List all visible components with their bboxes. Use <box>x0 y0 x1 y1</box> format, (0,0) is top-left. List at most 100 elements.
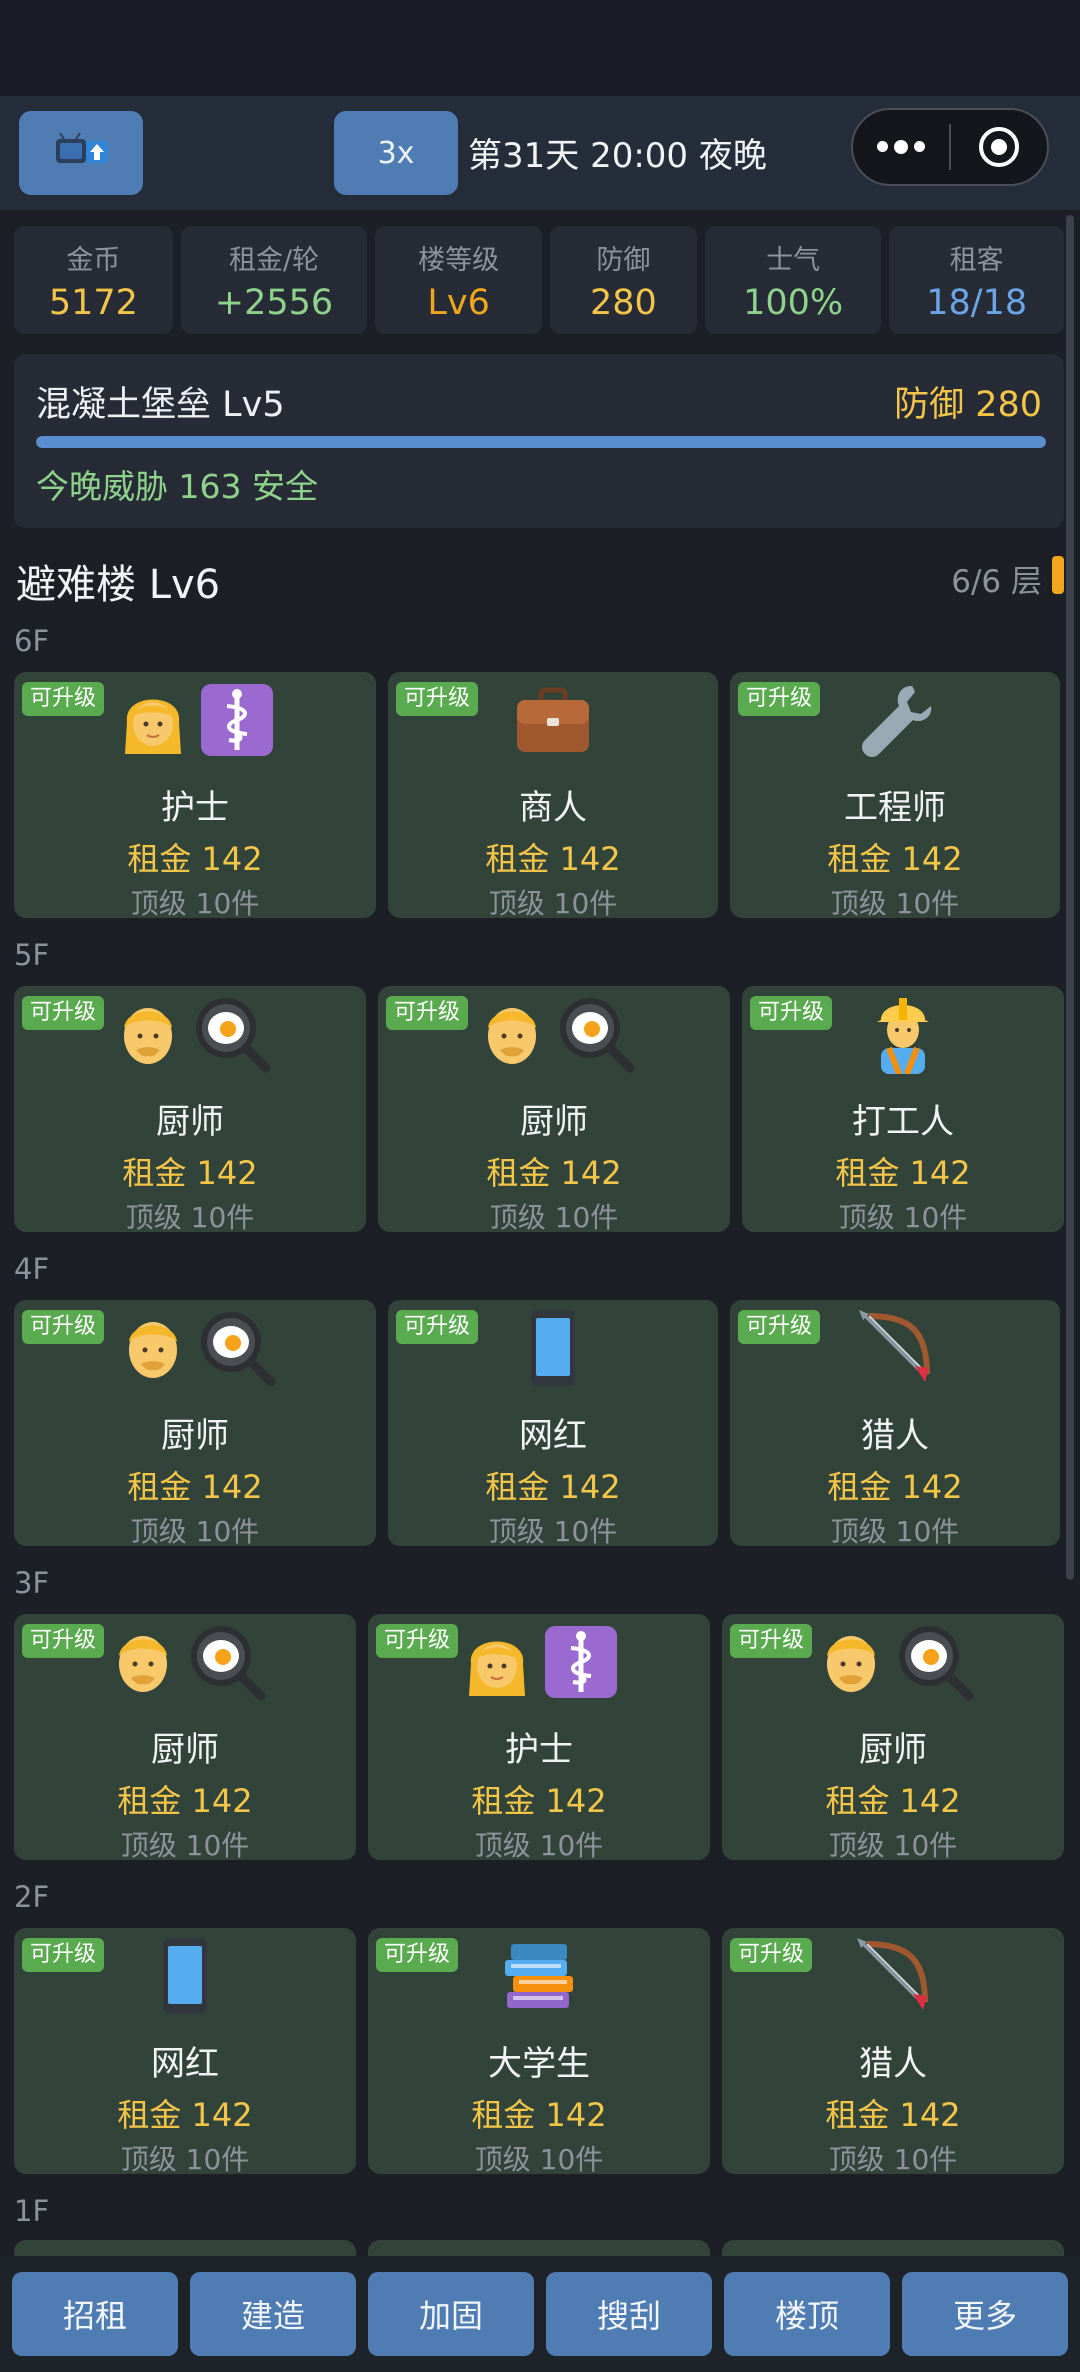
frying-pan-icon <box>192 994 272 1074</box>
room-card[interactable]: 可升级 网红 租金 142 顶级 10件 <box>388 1300 718 1548</box>
tenant-icons <box>14 1308 376 1392</box>
tenant-icons <box>14 994 366 1078</box>
room-card[interactable]: 可升级 网红 租金 142 顶级 10件 <box>14 1928 356 2176</box>
tenant-top-items: 顶级 10件 <box>489 1201 619 1234</box>
phone-icon <box>513 1308 593 1388</box>
medical-icon <box>197 680 277 760</box>
tenant-rent: 租金 142 <box>117 2096 253 2134</box>
room-card[interactable]: 可升级 打工人 租金 142 顶级 10件 <box>742 986 1064 1234</box>
room-card[interactable]: 可升级 商人 租金 142 顶级 10件 <box>388 672 718 920</box>
room-card[interactable]: 可升级 猎人 租金 142 顶级 10件 <box>722 1928 1064 2176</box>
tenant-top-items: 顶级 10件 <box>474 1829 604 1862</box>
floor-row: 可升级 厨师 租金 142 顶级 10件 可升级 护士 租金 142 顶级 10件 可升级 厨师租… <box>14 1614 1064 1862</box>
bow-arrow-icon <box>853 1936 933 2016</box>
stat-label: 楼等级 <box>418 244 500 276</box>
room-card[interactable]: 可升级 猎人 租金 142 顶级 10件 <box>730 1300 1060 1548</box>
stat-4: 士气 100% <box>704 226 882 334</box>
stat-value: Lv6 <box>427 282 490 323</box>
tenant-top-items: 顶级 10件 <box>488 887 618 920</box>
medical-icon <box>541 1622 621 1702</box>
nav-button-0[interactable]: 招租 <box>12 2272 178 2356</box>
fortress-name: 混凝土堡垒 Lv5 <box>36 385 285 425</box>
tenant-job: 网红 <box>519 1416 587 1456</box>
more-menu-icon[interactable] <box>853 139 949 154</box>
tenant-icons <box>14 680 376 764</box>
room-card[interactable]: 可升级 大学生 租金 142 顶级 10件 <box>368 1928 710 2176</box>
tenant-rent: 租金 142 <box>471 1782 607 1820</box>
fortress-panel: 混凝土堡垒 Lv5 防御 280 今晚威胁 163 安全 <box>14 354 1064 528</box>
frying-pan-icon <box>895 1622 975 1702</box>
nav-button-3[interactable]: 搜刮 <box>546 2272 712 2356</box>
tenant-icons <box>368 1936 710 2020</box>
tenant-rent: 租金 142 <box>485 1468 621 1506</box>
stats-row: 金币 5172 租金/轮 +2556 楼等级 Lv6 防御 280 士气 100% 租客 18/18 <box>14 226 1064 334</box>
floor-label: 6F <box>14 624 50 658</box>
room-card[interactable]: 可升级 护士 租金 142 顶级 10件 <box>368 1614 710 1862</box>
tenant-rent: 租金 142 <box>122 1154 258 1192</box>
scrollbar[interactable] <box>1066 215 1074 1580</box>
stat-label: 租客 <box>949 244 1004 276</box>
stat-label: 租金/轮 <box>228 244 320 276</box>
miniapp-capsule <box>851 108 1049 186</box>
building-title: 避难楼 Lv6 <box>16 562 221 608</box>
tenant-icons <box>14 1622 356 1706</box>
stat-2: 楼等级 Lv6 <box>375 226 542 334</box>
tenant-rent: 租金 142 <box>486 1154 622 1192</box>
tenant-rent: 租金 142 <box>825 1782 961 1820</box>
man-icon <box>113 1308 193 1388</box>
room-card[interactable]: 可升级 厨师 租金 142 顶级 10件 <box>14 986 366 1234</box>
tenant-rent: 租金 142 <box>827 1468 963 1506</box>
tenant-top-items: 顶级 10件 <box>130 887 260 920</box>
tenant-icons <box>742 994 1064 1078</box>
books-icon <box>499 1936 579 2016</box>
speed-button[interactable]: 3x <box>334 111 458 195</box>
room-card[interactable]: 可升级 厨师 租金 142 顶级 10件 <box>14 1614 356 1862</box>
floor-label: 2F <box>14 1880 50 1914</box>
tv-icon <box>52 131 110 175</box>
room-card[interactable]: 可升级 厨师 租金 142 顶级 10件 <box>378 986 730 1234</box>
stat-0: 金币 5172 <box>14 226 173 334</box>
tenant-rent: 租金 142 <box>827 840 963 878</box>
room-card[interactable]: 可升级 护士 租金 142 顶级 10件 <box>14 672 376 920</box>
woman-icon <box>457 1622 537 1702</box>
floor-row: 可升级 厨师 租金 142 顶级 10件 可升级 网红 租金 142 顶级 10件 可升级 猎人租… <box>14 1300 1064 1548</box>
tenant-job: 厨师 <box>859 1730 927 1770</box>
frying-pan-icon <box>187 1622 267 1702</box>
tenant-icons <box>722 1936 1064 2020</box>
nav-button-2[interactable]: 加固 <box>368 2272 534 2356</box>
stat-value: 18/18 <box>926 282 1028 323</box>
tv-upgrade-button[interactable] <box>19 111 143 195</box>
wrench-icon <box>855 680 935 760</box>
tenant-top-items: 顶级 10件 <box>130 1515 260 1548</box>
nav-button-5[interactable]: 更多 <box>902 2272 1068 2356</box>
tenant-rent: 租金 142 <box>117 1782 253 1820</box>
close-miniapp-icon[interactable] <box>951 127 1047 167</box>
tenant-rent: 租金 142 <box>471 2096 607 2134</box>
floor-row: 可升级 厨师 租金 142 顶级 10件 可升级 厨师 租金 142 顶级 10件 可升级 打工人… <box>14 986 1064 1234</box>
bottom-nav: 招租 建造 加固 搜刮 楼顶 更多 <box>0 2256 1080 2372</box>
tenant-job: 厨师 <box>520 1102 588 1142</box>
room-card[interactable]: 可升级 厨师 租金 142 顶级 10件 <box>14 1300 376 1548</box>
nav-button-4[interactable]: 楼顶 <box>724 2272 890 2356</box>
floor-label: 1F <box>14 2194 50 2228</box>
tenant-icons <box>378 994 730 1078</box>
defense-progress-bar <box>36 436 1046 448</box>
tenant-job: 大学生 <box>488 2044 590 2084</box>
floor-row: 可升级 护士 租金 142 顶级 10件 可升级 商人 租金 142 顶级 10件 可升级 工程师… <box>14 672 1064 920</box>
tenant-job: 厨师 <box>161 1416 229 1456</box>
man-icon <box>103 1622 183 1702</box>
floor-indicator <box>1052 556 1064 594</box>
tenant-top-items: 顶级 10件 <box>830 887 960 920</box>
room-card[interactable]: 可升级 工程师 租金 142 顶级 10件 <box>730 672 1060 920</box>
threat-text: 今晚威胁 163 安全 <box>36 467 318 506</box>
stat-3: 防御 280 <box>549 226 697 334</box>
floor-label: 4F <box>14 1252 50 1286</box>
tenant-rent: 租金 142 <box>127 1468 263 1506</box>
room-card[interactable]: 可升级 厨师 租金 142 顶级 10件 <box>722 1614 1064 1862</box>
stat-value: 5172 <box>48 282 138 323</box>
tenant-job: 厨师 <box>151 1730 219 1770</box>
tenant-job: 商人 <box>519 788 587 828</box>
nav-button-1[interactable]: 建造 <box>190 2272 356 2356</box>
tenant-top-items: 顶级 10件 <box>838 1201 968 1234</box>
phone-icon <box>145 1936 225 2016</box>
